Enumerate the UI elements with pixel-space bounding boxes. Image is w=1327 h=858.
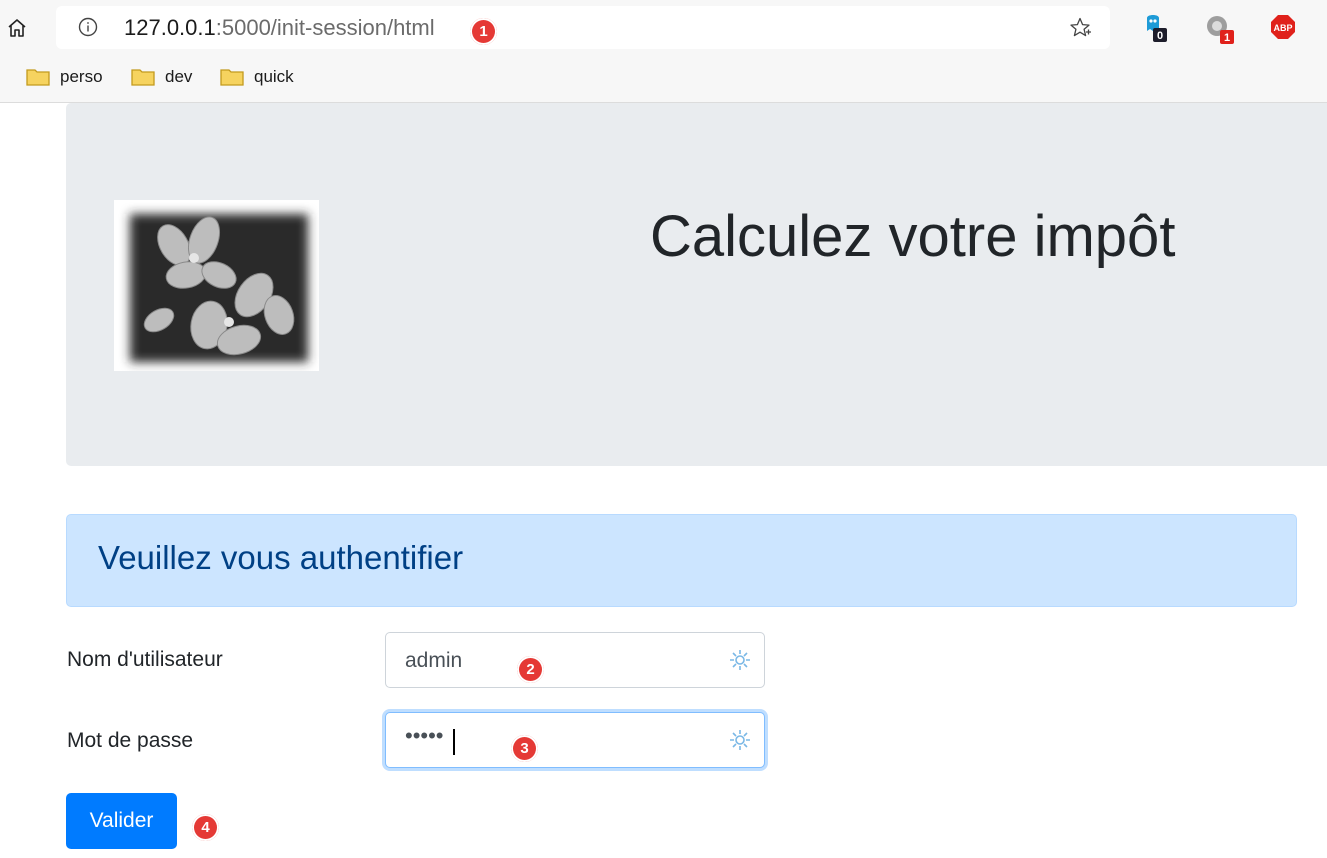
alert-heading: Veuillez vous authentifier	[98, 539, 464, 576]
privacy-extension-icon[interactable]: 1	[1204, 14, 1234, 44]
bookmark-dev[interactable]: dev	[131, 65, 192, 89]
username-value: admin	[405, 649, 463, 672]
password-value: •••••	[405, 723, 444, 748]
autofill-icon[interactable]	[728, 728, 752, 752]
bookmarks-bar: perso dev quick	[0, 56, 1327, 103]
bookmark-label: dev	[165, 67, 193, 86]
annotation-marker-4: 4	[192, 814, 219, 841]
annotation-marker-1: 1	[470, 18, 497, 45]
bookmark-label: quick	[254, 67, 294, 86]
password-label: Mot de passe	[67, 729, 194, 752]
favorite-star-icon[interactable]	[1068, 16, 1092, 40]
username-input[interactable]: admin 2	[385, 632, 765, 688]
adblock-plus-icon[interactable]: ABP	[1270, 14, 1300, 44]
bookmark-quick[interactable]: quick	[220, 65, 294, 89]
bookmark-label: perso	[60, 67, 103, 86]
text-caret	[453, 729, 455, 755]
ghostery-icon[interactable]: 0	[1142, 14, 1172, 44]
folder-icon	[220, 69, 244, 86]
page-title: Calculez votre impôt	[650, 204, 1176, 269]
browser-toolbar: 127.0.0.1:5000/init-session/html 0 1 ABP…	[0, 0, 1327, 56]
flower-photo	[114, 200, 319, 371]
autofill-icon[interactable]	[728, 648, 752, 672]
url-host: 127.0.0.1	[124, 15, 216, 40]
folder-icon	[131, 69, 155, 86]
privacy-badge: 1	[1224, 32, 1230, 44]
home-icon[interactable]	[6, 17, 28, 39]
auth-alert: Veuillez vous authentifier	[66, 514, 1297, 607]
password-input[interactable]: ••••• 3	[385, 712, 765, 768]
ghostery-badge: 0	[1157, 30, 1163, 42]
annotation-marker-3: 3	[511, 735, 538, 762]
url-path: :5000/init-session/html	[215, 15, 435, 40]
folder-icon	[26, 69, 50, 86]
header-jumbotron: Calculez votre impôt	[66, 103, 1327, 466]
annotation-marker-2: 2	[517, 656, 544, 683]
username-label: Nom d'utilisateur	[67, 648, 223, 671]
submit-button[interactable]: Valider	[66, 793, 177, 849]
address-bar[interactable]: 127.0.0.1:5000/init-session/html	[56, 6, 1110, 49]
info-icon[interactable]	[78, 17, 98, 37]
url-text[interactable]: 127.0.0.1:5000/init-session/html	[124, 16, 435, 40]
abp-label: ABP	[1273, 23, 1292, 33]
bookmark-perso[interactable]: perso	[26, 65, 103, 89]
